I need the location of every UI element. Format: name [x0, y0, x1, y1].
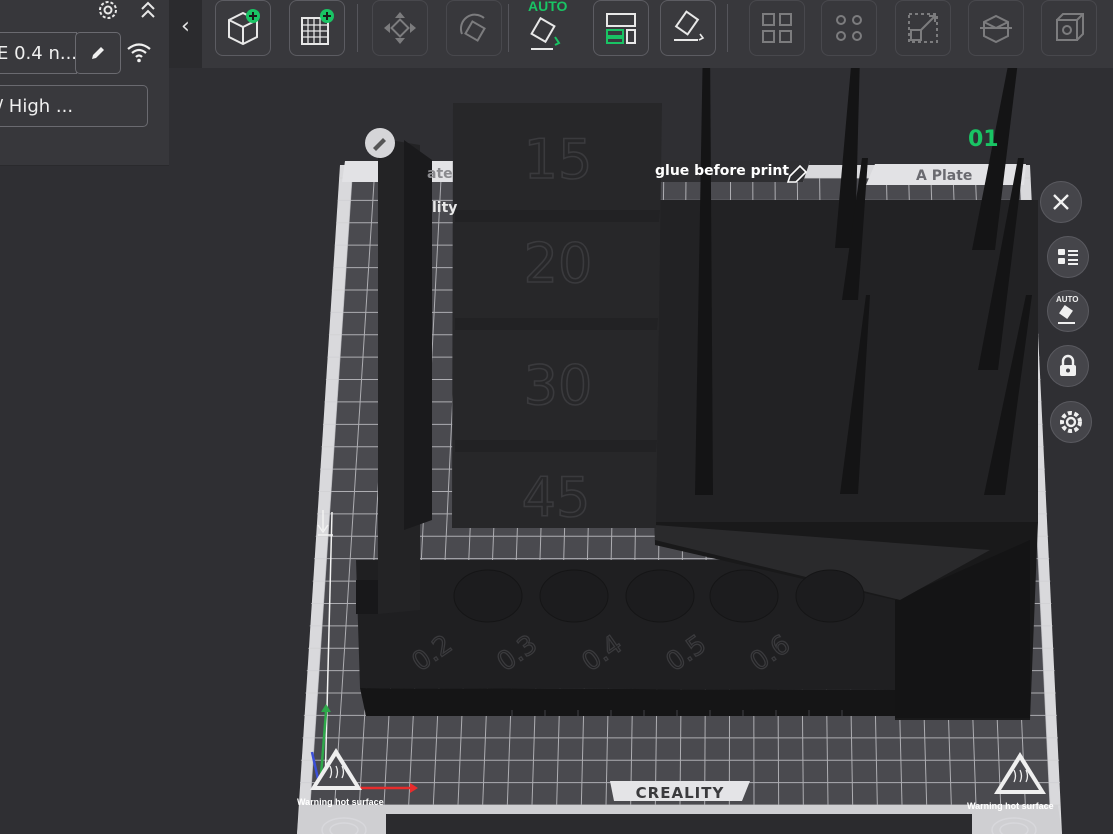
edit-nozzle-button[interactable]	[75, 32, 121, 74]
plate-note-label[interactable]: glue before print	[655, 163, 789, 179]
brand-plate: CREALITY	[610, 781, 750, 802]
auto-paint-icon	[1058, 305, 1075, 324]
support-paint-icon	[836, 15, 862, 41]
split-icon	[762, 13, 792, 43]
collapse-chevron-icon: ‹	[181, 14, 190, 39]
auto-paint-button[interactable]: AUTO	[1047, 290, 1089, 332]
lay-on-face-icon	[674, 10, 705, 41]
collapse-sidebar-button[interactable]: ‹	[169, 0, 202, 68]
move-icon	[384, 12, 416, 44]
pencil-icon	[92, 47, 104, 59]
box-view-icon	[1056, 13, 1084, 41]
lay-on-face-button[interactable]	[660, 0, 716, 56]
plate-type-label: A Plate	[916, 168, 972, 184]
quality-value: / High ...	[0, 95, 74, 117]
plate-name-label: ate	[427, 166, 453, 182]
close-button[interactable]	[1040, 181, 1082, 223]
add-model-icon	[228, 9, 260, 46]
lock-icon	[1060, 354, 1076, 376]
arrange-icon	[606, 13, 636, 44]
auto-orient-button[interactable]: AUTO	[519, 0, 575, 56]
split-button[interactable]	[749, 0, 805, 56]
rotate-button[interactable]	[446, 0, 502, 56]
warning-label-right: Warning hot surface	[967, 801, 1054, 811]
auto-paint-badge: AUTO	[1056, 295, 1079, 304]
left-settings-panel: E 0.4 n... / High ...	[0, 0, 169, 166]
list-icon	[1058, 249, 1078, 265]
tower-label: 30	[524, 354, 593, 417]
cut-button[interactable]	[968, 0, 1024, 56]
cut-icon	[980, 14, 1012, 44]
support-paint-button[interactable]	[821, 0, 877, 56]
tower-label: 45	[522, 466, 591, 529]
plate-edit-icon[interactable]	[365, 128, 395, 158]
auto-orient-icon	[530, 16, 561, 50]
box-view-button[interactable]	[1041, 0, 1097, 56]
scale-button[interactable]	[895, 0, 951, 56]
plate-partial-name: lity	[432, 200, 457, 216]
nozzle-value: E 0.4 n...	[0, 42, 77, 64]
tower-label: 15	[524, 128, 593, 191]
lock-button[interactable]	[1047, 345, 1089, 387]
nozzle-select[interactable]: E 0.4 n...	[0, 32, 77, 74]
collapse-up-icon[interactable]	[138, 0, 158, 26]
brand-label: CREALITY	[636, 784, 725, 802]
quality-select[interactable]: / High ...	[0, 85, 148, 127]
gear-icon[interactable]	[95, 0, 121, 28]
arrange-button[interactable]	[593, 0, 649, 56]
scale-icon	[908, 13, 938, 43]
add-model-button[interactable]	[215, 0, 271, 56]
close-icon	[1053, 194, 1069, 210]
add-plate-button[interactable]	[289, 0, 345, 56]
tower-label: 20	[524, 232, 593, 295]
rotate-icon	[459, 13, 486, 42]
add-plate-icon	[301, 9, 334, 45]
warning-label-left: Warning hot surface	[297, 797, 384, 807]
object-list-button[interactable]	[1047, 236, 1089, 278]
auto-badge: AUTO	[528, 0, 568, 14]
view-settings-button[interactable]	[1050, 401, 1092, 443]
move-button[interactable]	[372, 0, 428, 56]
top-toolbar: AUTO	[169, 0, 1113, 68]
settings-icon	[1060, 411, 1082, 433]
wifi-icon[interactable]	[125, 40, 153, 68]
model[interactable]	[356, 40, 1038, 720]
plate-counter: 01	[968, 127, 999, 152]
